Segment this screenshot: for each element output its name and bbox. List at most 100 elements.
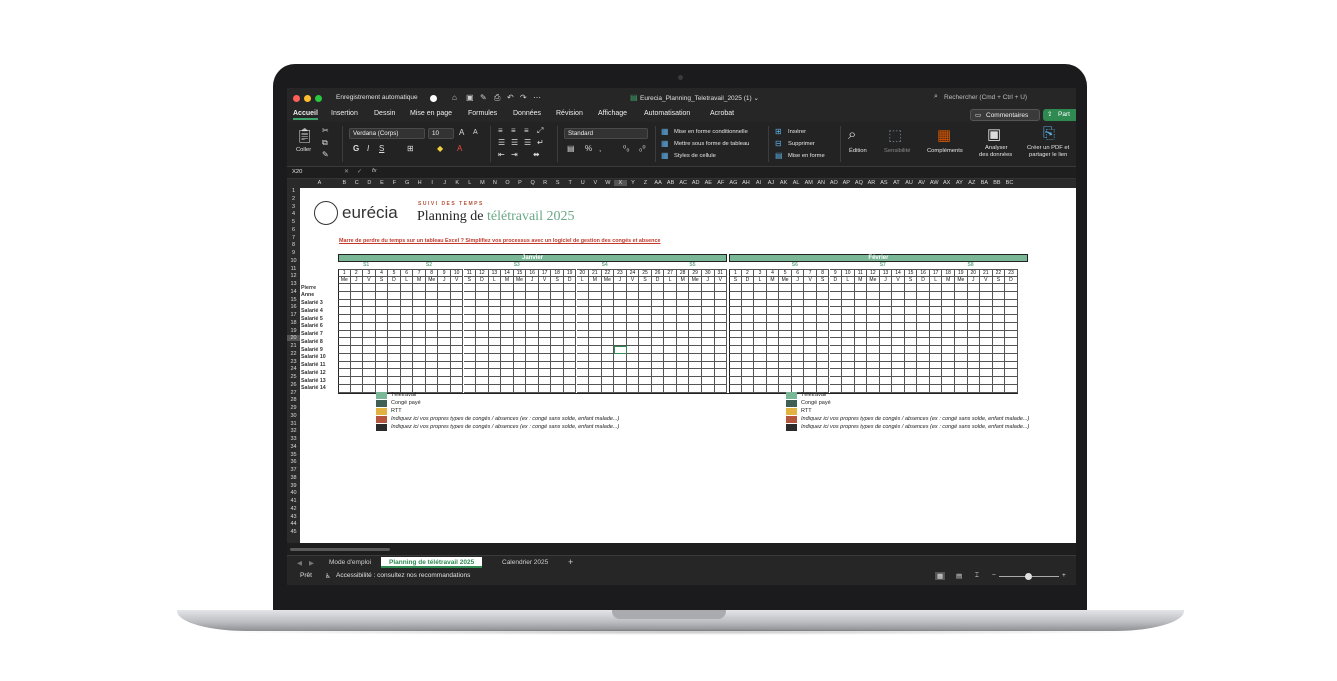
planning-cell[interactable] <box>538 377 552 385</box>
weekday-cell[interactable]: L <box>400 276 414 284</box>
weekday-cell[interactable]: L <box>488 276 502 284</box>
row-header[interactable]: 29 <box>287 405 300 411</box>
planning-cell[interactable] <box>955 361 968 370</box>
planning-cell[interactable] <box>702 369 715 378</box>
planning-cell[interactable] <box>488 346 502 354</box>
planning-cell[interactable] <box>1005 377 1018 385</box>
planning-cell[interactable] <box>551 322 564 331</box>
weekday-cell[interactable]: V <box>714 276 728 284</box>
day-number-cell[interactable]: 21 <box>589 269 602 277</box>
planning-cell[interactable] <box>626 299 640 308</box>
planning-cell[interactable] <box>980 353 993 362</box>
create-pdf-line2[interactable]: partager le lien <box>1029 152 1067 158</box>
planning-cell[interactable] <box>563 384 577 393</box>
planning-cell[interactable] <box>702 361 715 370</box>
planning-cell[interactable] <box>664 384 677 393</box>
planning-cell[interactable] <box>563 322 577 331</box>
planning-cell[interactable] <box>766 338 780 347</box>
planning-cell[interactable] <box>413 307 426 316</box>
planning-cell[interactable] <box>829 377 843 385</box>
planning-cell[interactable] <box>854 338 868 347</box>
fx-icon[interactable]: fx <box>372 168 377 174</box>
create-pdf-icon[interactable]: ⎘ <box>1043 125 1055 142</box>
planning-cell[interactable] <box>350 361 364 370</box>
column-header[interactable]: AI <box>752 180 765 186</box>
column-header[interactable]: E <box>376 180 389 186</box>
planning-cell[interactable] <box>664 377 677 385</box>
planning-cell[interactable] <box>917 361 930 370</box>
planning-cell[interactable] <box>904 284 918 292</box>
employee-name[interactable]: Pierre <box>301 285 337 291</box>
planning-cell[interactable] <box>601 315 615 323</box>
column-header[interactable]: AO <box>828 180 841 186</box>
planning-cell[interactable] <box>804 330 817 339</box>
weekday-cell[interactable]: D <box>829 276 843 284</box>
planning-cell[interactable] <box>829 284 843 292</box>
day-number-cell[interactable]: 1 <box>338 269 351 277</box>
planning-cell[interactable] <box>425 377 439 385</box>
planning-cell[interactable] <box>779 284 792 292</box>
planning-cell[interactable] <box>980 291 993 300</box>
planning-cell[interactable] <box>488 377 502 385</box>
column-header[interactable]: AK <box>777 180 790 186</box>
planning-cell[interactable] <box>867 284 880 292</box>
planning-cell[interactable] <box>1005 361 1018 370</box>
day-number-cell[interactable]: 23 <box>1005 269 1018 277</box>
planning-cell[interactable] <box>639 361 652 370</box>
day-number-cell[interactable]: 4 <box>766 269 780 277</box>
row-header[interactable]: 14 <box>287 289 300 295</box>
planning-cell[interactable] <box>651 299 665 308</box>
weekday-cell[interactable]: V <box>450 276 464 284</box>
column-header[interactable]: P <box>514 180 527 186</box>
planning-cell[interactable] <box>729 346 742 354</box>
planning-cell[interactable] <box>551 361 564 370</box>
planning-cell[interactable] <box>513 369 527 378</box>
weekday-cell[interactable]: J <box>967 276 981 284</box>
planning-cell[interactable] <box>501 299 514 308</box>
planning-cell[interactable] <box>842 299 855 308</box>
planning-cell[interactable] <box>338 338 351 347</box>
planning-cell[interactable] <box>854 307 868 316</box>
planning-cell[interactable] <box>526 315 539 323</box>
planning-cell[interactable] <box>551 369 564 378</box>
day-number-cell[interactable]: 21 <box>980 269 993 277</box>
planning-cell[interactable] <box>892 377 905 385</box>
planning-cell[interactable] <box>476 299 489 308</box>
planning-cell[interactable] <box>842 377 855 385</box>
planning-cell[interactable] <box>438 377 451 385</box>
planning-cell[interactable] <box>538 307 552 316</box>
planning-cell[interactable] <box>551 284 564 292</box>
column-header[interactable]: W <box>602 180 615 186</box>
planning-cell[interactable] <box>829 330 843 339</box>
planning-cell[interactable] <box>741 315 755 323</box>
planning-cell[interactable] <box>450 384 464 393</box>
planning-cell[interactable] <box>1005 353 1018 362</box>
merge-icon[interactable]: ⬌ <box>533 150 540 159</box>
planning-cell[interactable] <box>929 377 943 385</box>
planning-cell[interactable] <box>904 330 918 339</box>
planning-cell[interactable] <box>538 299 552 308</box>
planning-cell[interactable] <box>375 353 389 362</box>
planning-cell[interactable] <box>363 322 376 331</box>
planning-cell[interactable] <box>791 369 805 378</box>
planning-cell[interactable] <box>538 384 552 393</box>
planning-cell[interactable] <box>375 369 389 378</box>
row-header[interactable]: 9 <box>287 250 300 256</box>
planning-cell[interactable] <box>601 361 615 370</box>
weekday-cell[interactable]: D <box>917 276 930 284</box>
planning-cell[interactable] <box>589 284 602 292</box>
planning-cell[interactable] <box>450 322 464 331</box>
planning-cell[interactable] <box>501 284 514 292</box>
planning-cell[interactable] <box>676 353 690 362</box>
planning-cell[interactable] <box>400 299 414 308</box>
planning-cell[interactable] <box>664 299 677 308</box>
planning-cell[interactable] <box>450 361 464 370</box>
column-header[interactable]: BC <box>1003 180 1016 186</box>
planning-cell[interactable] <box>829 322 843 331</box>
conditional-format-button[interactable]: Mise en forme conditionnelle <box>674 129 748 135</box>
column-header[interactable]: I <box>426 180 439 186</box>
planning-cell[interactable] <box>741 330 755 339</box>
planning-cell[interactable] <box>980 330 993 339</box>
column-header[interactable]: S <box>551 180 564 186</box>
employee-name[interactable]: Salarié 7 <box>301 331 337 337</box>
